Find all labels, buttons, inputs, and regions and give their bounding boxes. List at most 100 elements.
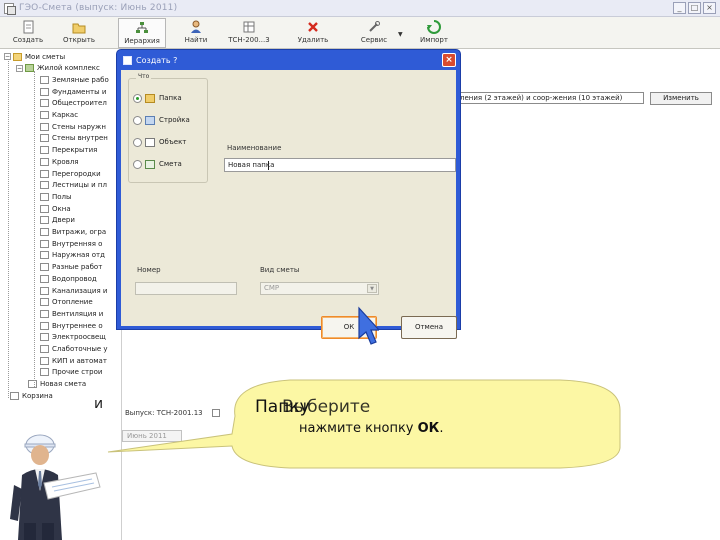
tree-item[interactable]: Кровля — [40, 156, 79, 167]
tree-item[interactable]: Разные работ — [40, 262, 102, 273]
object-radio[interactable] — [133, 137, 142, 147]
tree-item-label: Разные работ — [52, 263, 103, 272]
project-description-field[interactable]: ления (2 этажей) и соор-жения (10 этажей… — [456, 92, 644, 104]
estimate-doc-icon — [40, 228, 49, 236]
tree-item[interactable]: Перекрытия — [40, 145, 97, 156]
type-group-label: Что — [136, 73, 152, 80]
tree-item[interactable]: Стены наружн — [40, 121, 106, 132]
estimate-doc-icon — [40, 181, 49, 190]
number-input[interactable] — [135, 282, 237, 295]
estimate-doc-icon — [40, 122, 49, 131]
estimate-doc-icon — [40, 111, 49, 119]
estimate-doc-icon — [40, 309, 49, 318]
minimize-button[interactable]: _ — [673, 2, 686, 14]
cancel-button[interactable]: Отмена — [401, 316, 457, 339]
tree-item-label: Перегородки — [52, 169, 101, 178]
kind-select-value: СМР — [264, 284, 280, 292]
option-estimate[interactable]: Смета — [133, 158, 182, 170]
estimate-doc-icon — [40, 263, 49, 272]
tree-item[interactable]: Лестницы и пл — [40, 180, 107, 191]
tree-item-label: Фундаменты и — [52, 87, 107, 96]
delete-x-icon — [306, 20, 320, 34]
tree-item[interactable]: − Жилой комплекс — [16, 63, 100, 74]
tree-item[interactable]: Земляные рабо — [40, 74, 109, 85]
estimate-doc-icon — [40, 157, 49, 166]
estimate-doc-icon — [40, 298, 49, 307]
catalog-button[interactable]: ТСН-200...3 — [224, 18, 274, 48]
name-label: Наименование — [227, 144, 282, 152]
service-tools-icon — [367, 20, 381, 34]
create-dialog: Создать ? × Что Папка Стройка Объект Сме… — [116, 49, 461, 339]
estimate-doc-icon — [40, 87, 49, 96]
tree-item[interactable]: Полы — [40, 191, 72, 202]
open-button-label: Открыть — [63, 36, 95, 44]
hint-text-instruction: нажмите кнопку ОК. — [299, 421, 443, 436]
estimate-doc-icon — [40, 274, 49, 283]
tree-item[interactable]: Водопровод — [40, 273, 97, 284]
tree-item[interactable]: Общестроител — [40, 98, 107, 109]
estimate-doc-icon — [40, 286, 49, 295]
tree-item[interactable]: − Мои сметы — [4, 51, 65, 62]
folder-radio[interactable] — [133, 93, 142, 103]
tree-item[interactable]: Внутренняя о — [40, 238, 102, 249]
tree-item[interactable]: Наружная отд — [40, 250, 105, 261]
tree-item[interactable]: Канализация и — [40, 285, 107, 296]
dialog-app-icon — [123, 55, 132, 65]
option-object-label: Объект — [159, 138, 187, 146]
object-icon — [145, 137, 155, 147]
tree-item[interactable]: Каркас — [40, 110, 78, 121]
tree-item[interactable]: Фундаменты и — [40, 86, 106, 97]
option-object[interactable]: Объект — [133, 136, 186, 148]
delete-button-label: Удалить — [297, 36, 329, 44]
tree-item-label: Вентиляция и — [52, 309, 104, 318]
tree-item-label: Лестницы и пл — [52, 181, 107, 190]
service-dropdown-icon[interactable]: ▼ — [398, 31, 403, 38]
tree-item-label: Кровля — [52, 157, 79, 166]
tree-item-label: Водопровод — [52, 274, 97, 283]
tree-item[interactable]: Стены внутрен — [40, 133, 108, 144]
create-doc-icon — [21, 20, 35, 34]
option-construction[interactable]: Стройка — [133, 114, 190, 126]
tree-item[interactable]: Вентиляция и — [40, 308, 103, 319]
tree-item-label: Стены внутрен — [52, 134, 108, 143]
estimate-doc-icon — [40, 239, 49, 248]
construction-radio[interactable] — [133, 115, 142, 125]
create-button[interactable]: Создать — [10, 18, 46, 48]
chevron-down-icon: ▼ — [367, 284, 377, 293]
tree-expander-icon[interactable]: − — [16, 64, 23, 72]
name-input[interactable]: Новая папка — [224, 158, 456, 172]
import-button[interactable]: Импорт — [416, 18, 452, 48]
tree-item[interactable]: Перегородки — [40, 168, 101, 179]
hierarchy-icon — [135, 21, 149, 35]
hint-instruction-prefix: нажмите кнопку — [299, 421, 418, 436]
tree-item[interactable]: Отопление — [40, 297, 93, 308]
tree-item[interactable]: Окна — [40, 203, 71, 214]
hint-balloon — [107, 379, 621, 469]
change-button[interactable]: Изменить — [650, 92, 712, 105]
maximize-button[interactable]: □ — [688, 2, 701, 14]
tree-item[interactable]: Витражи, огра — [40, 227, 106, 238]
delete-button[interactable]: Удалить — [294, 18, 332, 48]
estimate-doc-icon — [40, 251, 49, 260]
service-button[interactable]: Сервис — [356, 18, 392, 48]
tree-item[interactable]: Двери — [40, 215, 75, 226]
engineer-character — [10, 434, 101, 540]
window-title: ГЭО-Смета (выпуск: Июнь 2011) — [19, 3, 178, 13]
tree-item-label: Полы — [52, 192, 72, 201]
estimate-doc-icon — [40, 169, 49, 178]
open-button[interactable]: Открыть — [60, 18, 98, 48]
find-button-label: Найти — [184, 36, 208, 44]
option-folder[interactable]: Папка — [133, 92, 182, 104]
estimate-radio[interactable] — [133, 159, 142, 169]
tree-item-label: Канализация и — [52, 286, 108, 295]
dialog-close-button[interactable]: × — [442, 53, 456, 67]
import-icon — [427, 20, 441, 34]
project-icon — [25, 64, 34, 73]
find-button[interactable]: Найти — [180, 18, 212, 48]
close-window-button[interactable]: × — [703, 2, 716, 14]
hint-text-choose: Выберите — [282, 397, 371, 417]
tree-item[interactable]: Внутреннее о — [40, 320, 103, 331]
estimate-doc-icon — [40, 204, 49, 213]
kind-select[interactable]: СМР ▼ — [260, 282, 379, 295]
hierarchy-button[interactable]: Иерархия — [118, 18, 166, 48]
